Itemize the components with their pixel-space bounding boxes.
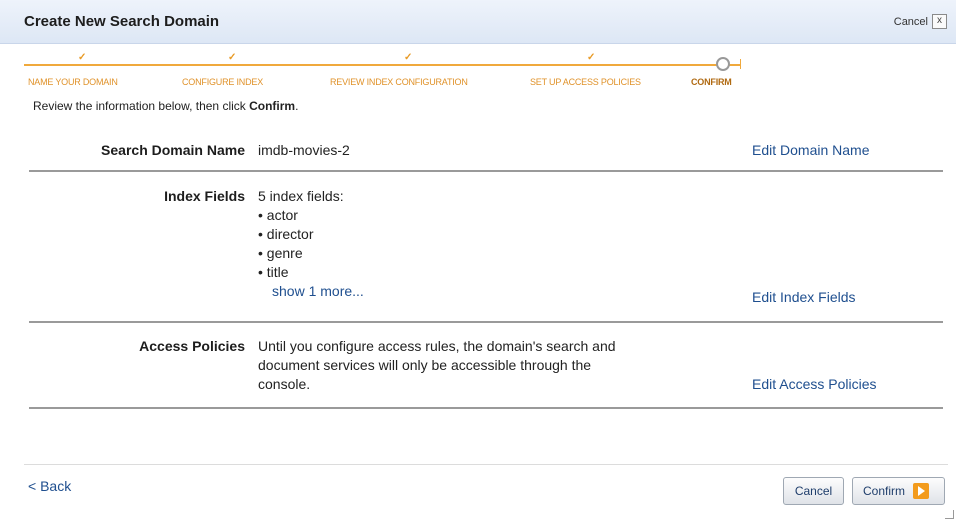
step-name-your-domain: NAME YOUR DOMAIN [28, 77, 118, 87]
edit-access-policies-link[interactable]: Edit Access Policies [752, 376, 877, 392]
wizard-progress: ✓ ✓ ✓ ✓ NAME YOUR DOMAIN CONFIGURE INDEX… [0, 44, 956, 94]
domain-name-value: imdb-movies-2 [258, 142, 350, 158]
footer-divider [24, 464, 948, 465]
header-cancel-button[interactable]: Cancel x [894, 14, 947, 29]
step-configure-index: CONFIGURE INDEX [182, 77, 264, 87]
separator [29, 407, 943, 409]
back-link[interactable]: < Back [28, 478, 71, 494]
intro-text: Review the information below, then click… [33, 99, 298, 113]
list-item: genre [258, 244, 364, 263]
access-policies-label: Access Policies [139, 338, 245, 354]
step-confirm: CONFIRM [691, 77, 732, 87]
step-1-check-icon: ✓ [78, 52, 87, 63]
intro-suffix: . [295, 99, 299, 113]
intro-bold: Confirm [249, 99, 296, 113]
cancel-button-label: Cancel [794, 484, 833, 498]
dialog-header: Create New Search Domain Cancel x [0, 0, 956, 44]
resize-grip-icon[interactable] [945, 510, 954, 519]
dialog-title: Create New Search Domain [24, 13, 220, 30]
separator [29, 170, 943, 172]
access-policies-line: Until you configure access rules, the do… [258, 338, 616, 354]
index-fields-summary: 5 index fields: [258, 188, 344, 204]
domain-name-label: Search Domain Name [101, 142, 245, 158]
confirm-button[interactable]: Confirm [852, 477, 945, 505]
step-set-up-access-policies: SET UP ACCESS POLICIES [530, 77, 641, 87]
confirm-button-label: Confirm [863, 484, 906, 498]
step-3-check-icon: ✓ [404, 52, 413, 63]
list-item: title [258, 263, 364, 282]
arrow-right-icon [913, 483, 930, 499]
index-fields-label: Index Fields [164, 188, 245, 204]
current-step-circle-icon [716, 57, 730, 71]
edit-index-fields-link[interactable]: Edit Index Fields [752, 289, 856, 305]
step-review-index-configuration: REVIEW INDEX CONFIGURATION [330, 77, 468, 87]
progress-line-end [740, 59, 741, 69]
index-fields-list: actor director genre title [258, 206, 364, 282]
separator [29, 321, 943, 323]
index-fields-value: 5 index fields: actor director genre tit… [258, 187, 364, 301]
show-more-link[interactable]: show 1 more... [272, 282, 364, 301]
access-policies-line: console. [258, 376, 311, 392]
access-policies-line: document services will only be accessibl… [258, 357, 592, 373]
edit-domain-name-link[interactable]: Edit Domain Name [752, 142, 870, 158]
list-item: actor [258, 206, 364, 225]
step-2-check-icon: ✓ [228, 52, 237, 63]
progress-line [24, 64, 740, 66]
header-cancel-label: Cancel [893, 15, 928, 28]
access-policies-value: Until you configure access rules, the do… [258, 337, 616, 394]
cancel-button[interactable]: Cancel [783, 477, 844, 505]
list-item: director [258, 225, 364, 244]
step-4-check-icon: ✓ [587, 52, 596, 63]
intro-prefix: Review the information below, then click [33, 99, 250, 113]
close-icon[interactable]: x [932, 14, 947, 29]
